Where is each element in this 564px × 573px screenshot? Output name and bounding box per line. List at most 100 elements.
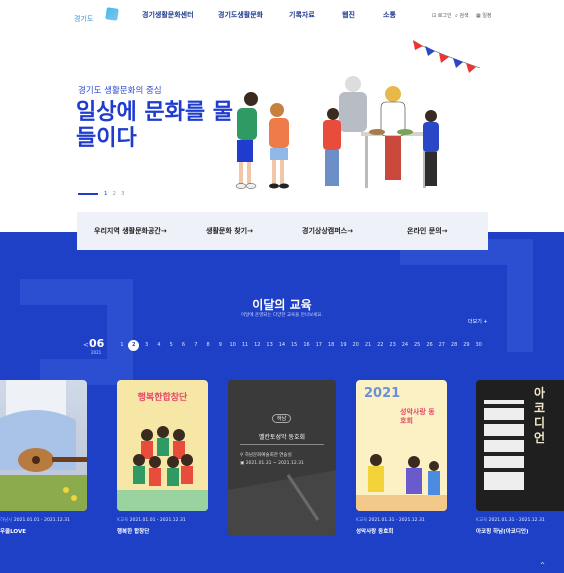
choir-illustration xyxy=(117,426,208,511)
day-18[interactable]: 18 xyxy=(326,342,336,348)
day-13[interactable]: 13 xyxy=(265,342,275,348)
edu-card-2-tag: K교육 xyxy=(117,518,129,523)
nav-item-community[interactable]: 소통 xyxy=(383,10,396,20)
day-7[interactable]: 7 xyxy=(191,342,201,348)
day-21[interactable]: 21 xyxy=(363,342,373,348)
edu-card-1-dates: 2021.01.01 - 2021.12.31 xyxy=(13,518,70,523)
day-15[interactable]: 15 xyxy=(289,342,299,348)
schedule-label: 일정 xyxy=(482,13,492,19)
site-header: 경기도 경기생활문화센터 경기도생활문화 기록자료 웹진 소통 ⊡ 로그인 ⌕ … xyxy=(0,0,564,36)
vocal-illustration xyxy=(356,454,447,511)
edu-card-5-meta: K교육 2021.01.31 - 2021.12.31 xyxy=(476,517,545,523)
nav-item-webzine[interactable]: 웹진 xyxy=(342,10,355,20)
edu-card-4-tag: K교육 xyxy=(356,518,368,523)
people-pair-illustration xyxy=(235,92,289,189)
edu-card-1[interactable] xyxy=(0,380,87,511)
edu-card-3-date: ▣ 2021.01.31 ~ 2021.12.31 xyxy=(240,461,304,466)
slide-1-button[interactable]: 1 xyxy=(104,191,108,197)
market-scene-illustration xyxy=(323,76,439,188)
day-28[interactable]: 28 xyxy=(449,342,459,348)
day-24[interactable]: 24 xyxy=(400,342,410,348)
ukulele-photo xyxy=(0,380,87,511)
hero-slider-pager: 1 2 3 xyxy=(78,191,130,197)
edu-card-3-place-text: 하남문화예술회관 연습실 xyxy=(244,453,292,458)
edu-card-3-featured[interactable]: 하남 벨칸토성악 동호회 ⚲ 하남문화예술회관 연습실 ▣ 2021.01.31… xyxy=(228,380,336,536)
slide-2-button[interactable]: 2 xyxy=(113,191,117,197)
bunting-flags xyxy=(412,40,481,73)
education-title: 이달의 교육 xyxy=(252,298,312,312)
day-8[interactable]: 8 xyxy=(203,342,213,348)
day-12[interactable]: 12 xyxy=(252,342,262,348)
logo-cube-icon xyxy=(105,7,119,21)
hero-title: 일상에 문화를 물들이다 xyxy=(76,100,233,151)
prev-month-button[interactable]: < xyxy=(83,341,89,349)
sheet-music-photo xyxy=(228,380,336,536)
day-6[interactable]: 6 xyxy=(179,342,189,348)
day-23[interactable]: 23 xyxy=(388,342,398,348)
day-3[interactable]: 3 xyxy=(142,342,152,348)
scroll-top-button[interactable]: ^ xyxy=(540,562,545,569)
edu-card-4-dates: 2021.01.31 - 2021.12.31 xyxy=(368,518,425,523)
day-30[interactable]: 30 xyxy=(474,342,484,348)
day-25[interactable]: 25 xyxy=(412,342,422,348)
edu-card-3-place: ⚲ 하남문화예술회관 연습실 xyxy=(240,453,292,458)
site-logo[interactable]: 경기도 xyxy=(72,6,119,28)
day-17[interactable]: 17 xyxy=(314,342,324,348)
edu-card-4[interactable]: 2021 성악사랑 동호회 xyxy=(356,380,447,511)
nav-item-center[interactable]: 경기생활문화센터 xyxy=(142,10,194,20)
day-22[interactable]: 22 xyxy=(375,342,385,348)
day-10[interactable]: 10 xyxy=(228,342,238,348)
login-label: 로그인 xyxy=(437,13,452,19)
edu-card-5-title[interactable]: 아코핑 하남(아코디언) xyxy=(476,527,528,535)
edu-card-2-dates: 2021.01.01 - 2021.12.31 xyxy=(129,518,186,523)
edu-card-4-meta: K교육 2021.01.31 - 2021.12.31 xyxy=(356,517,425,523)
quick-link-online-inquiry[interactable]: 온라인 문의→ xyxy=(407,226,448,236)
nav-item-culture[interactable]: 경기도생활문화 xyxy=(218,10,263,20)
logo-text: 경기도 xyxy=(74,15,94,23)
day-4[interactable]: 4 xyxy=(154,342,164,348)
edu-card-2[interactable]: 행복한합창단 xyxy=(117,380,208,511)
page: { "header": { "logo_text": "경기도", "logo_… xyxy=(0,0,564,573)
quick-links-bar: 우리지역 생활문화공간→ 생활문화 찾기→ 경기상상캠퍼스→ 온라인 문의→ xyxy=(77,212,488,250)
edu-card-5[interactable]: 아코디언 xyxy=(476,380,564,511)
edu-card-1-meta: 하남시 2021.01.01 - 2021.12.31 xyxy=(0,517,70,523)
day-5[interactable]: 5 xyxy=(166,342,176,348)
edu-card-4-title[interactable]: 성악사랑 동호회 xyxy=(356,527,393,535)
day-20[interactable]: 20 xyxy=(351,342,361,348)
edu-card-5-dates: 2021.01.31 - 2021.12.31 xyxy=(488,518,545,523)
search-link[interactable]: ⌕ 검색 xyxy=(455,12,469,19)
current-year: 2021 xyxy=(91,350,102,355)
day-14[interactable]: 14 xyxy=(277,342,287,348)
edu-card-2-meta: K교육 2021.01.01 - 2021.12.31 xyxy=(117,517,186,523)
edu-card-3-title: 벨칸토성악 동호회 xyxy=(258,434,306,441)
quick-link-sangsang-campus[interactable]: 경기상상캠퍼스→ xyxy=(302,226,353,236)
current-month: 06 xyxy=(89,337,105,350)
day-1[interactable]: 1 xyxy=(117,342,127,348)
edu-card-2-title[interactable]: 행복한 합창단 xyxy=(117,527,149,535)
day-9[interactable]: 9 xyxy=(215,342,225,348)
slide-3-button[interactable]: 3 xyxy=(121,191,125,197)
edu-card-1-tag: 하남시 xyxy=(0,518,13,523)
day-16[interactable]: 16 xyxy=(302,342,312,348)
day-19[interactable]: 19 xyxy=(338,342,348,348)
edu-card-3-tag: 하남 xyxy=(272,414,292,423)
accordion-poster-text: 아코디언 xyxy=(534,386,546,445)
edu-card-1-title[interactable]: 우쿨LOVE xyxy=(0,527,26,535)
edu-card-3-divider xyxy=(240,444,324,445)
edu-card-3-date-text: 2021.01.31 ~ 2021.12.31 xyxy=(245,461,304,466)
day-27[interactable]: 27 xyxy=(437,342,447,348)
slider-progress-bar xyxy=(78,193,98,195)
day-11[interactable]: 11 xyxy=(240,342,250,348)
nav-item-archive[interactable]: 기록자료 xyxy=(289,10,315,20)
hero-illustration xyxy=(235,40,481,189)
day-26[interactable]: 26 xyxy=(425,342,435,348)
day-29[interactable]: 29 xyxy=(461,342,471,348)
schedule-link[interactable]: ▦ 일정 xyxy=(476,12,492,19)
quick-link-local-spaces[interactable]: 우리지역 생활문화공간→ xyxy=(94,226,167,236)
search-label: 검색 xyxy=(459,13,469,19)
education-more-link[interactable]: 더보기 + xyxy=(468,318,488,325)
quick-link-find-culture[interactable]: 생활문화 찾기→ xyxy=(206,226,253,236)
edu-card-5-tag: K교육 xyxy=(476,518,488,523)
hero-subtitle: 경기도 생활문화의 중심 xyxy=(78,86,162,96)
login-link[interactable]: ⊡ 로그인 xyxy=(432,12,452,19)
